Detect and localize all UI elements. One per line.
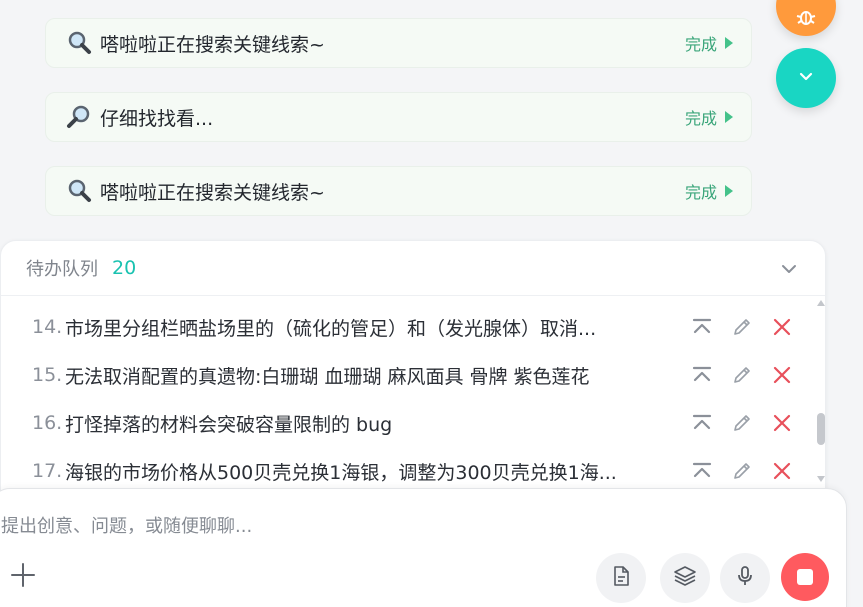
status-card[interactable]: 嗒啦啦正在搜索关键线索~ 完成	[45, 18, 752, 68]
queue-item[interactable]: 15. 无法取消配置的真遗物:白珊瑚 血珊瑚 麻风面具 骨牌 紫色莲花	[32, 351, 802, 399]
plus-icon	[10, 562, 36, 592]
queue-item-actions	[688, 399, 808, 447]
queue-item-number: 15.	[32, 364, 63, 386]
delete-x-icon[interactable]	[768, 361, 796, 389]
queue-item-actions	[688, 303, 808, 351]
queue-item-text: 海银的市场价格从500贝壳兑换1海银，调整为300贝壳兑换1海...	[65, 461, 617, 484]
queue-item-number: 16.	[32, 412, 63, 434]
queue-title: 待办队列	[26, 259, 98, 280]
magnifier-left-icon	[66, 178, 92, 204]
chat-view: 嗒啦啦正在搜索关键线索~ 完成 仔细找找看... 完成 嗒啦啦正在搜索关键线索~…	[0, 0, 863, 607]
queue-header[interactable]: 待办队列 20	[1, 241, 825, 296]
queue-item-text: 打怪掉落的材料会突破容量限制的 bug	[65, 413, 393, 436]
queue-item-actions	[688, 351, 808, 399]
edit-pencil-icon[interactable]	[728, 361, 756, 389]
message-composer	[0, 488, 847, 607]
microphone-icon	[735, 565, 755, 591]
queue-item-text: 无法取消配置的真遗物:白珊瑚 血珊瑚 麻风面具 骨牌 紫色莲花	[65, 365, 590, 388]
move-to-top-icon[interactable]	[688, 361, 716, 389]
edit-pencil-icon[interactable]	[728, 313, 756, 341]
expand-play-icon[interactable]	[725, 37, 733, 49]
magnifier-right-icon	[66, 104, 92, 130]
scroll-down-button[interactable]	[776, 48, 836, 108]
queue-item[interactable]: 14. 市场里分组栏晒盐场里的（硫化的管足）和（发光腺体）取消...	[32, 303, 802, 351]
status-text: 仔细找找看...	[100, 107, 214, 130]
status-done-label: 完成	[684, 109, 717, 128]
todo-queue-panel: 待办队列 20 14. 市场里分组栏晒盐场里的（硫化的管足）和（发光腺体）取消.…	[0, 240, 826, 510]
queue-item-number: 17.	[32, 460, 63, 482]
chevron-down-icon[interactable]	[779, 259, 799, 279]
bug-icon	[795, 6, 817, 32]
queue-item-text: 市场里分组栏晒盐场里的（硫化的管足）和（发光腺体）取消...	[65, 317, 597, 340]
delete-x-icon[interactable]	[768, 409, 796, 437]
document-icon	[610, 565, 632, 591]
move-to-top-icon[interactable]	[688, 313, 716, 341]
status-card[interactable]: 嗒啦啦正在搜索关键线索~ 完成	[45, 166, 752, 216]
layers-icon	[673, 565, 697, 591]
expand-play-icon[interactable]	[725, 111, 733, 123]
expand-play-icon[interactable]	[725, 185, 733, 197]
status-card[interactable]: 仔细找找看... 完成	[45, 92, 752, 142]
voice-input-button[interactable]	[720, 553, 770, 603]
queue-count: 20	[112, 257, 137, 279]
chevron-down-icon	[798, 68, 814, 88]
magnifier-left-icon	[66, 30, 92, 56]
queue-list: 14. 市场里分组栏晒盐场里的（硫化的管足）和（发光腺体）取消... 15. 无…	[1, 297, 827, 511]
status-done-label: 完成	[684, 183, 717, 202]
scrollbar-down-arrow[interactable]	[817, 476, 825, 482]
status-text: 嗒啦啦正在搜索关键线索~	[100, 181, 325, 204]
message-input[interactable]	[1, 511, 601, 541]
add-attachment-button[interactable]	[6, 560, 40, 594]
status-done-label: 完成	[684, 35, 717, 54]
queue-item-number: 14.	[32, 316, 63, 338]
bug-report-button[interactable]	[776, 0, 836, 36]
status-text: 嗒啦啦正在搜索关键线索~	[100, 33, 325, 56]
delete-x-icon[interactable]	[768, 313, 796, 341]
delete-x-icon[interactable]	[768, 457, 796, 485]
layers-button[interactable]	[660, 553, 710, 603]
queue-item[interactable]: 16. 打怪掉落的材料会突破容量限制的 bug	[32, 399, 802, 447]
queue-scrollbar-thumb[interactable]	[817, 413, 825, 445]
edit-pencil-icon[interactable]	[728, 457, 756, 485]
stop-icon	[797, 569, 813, 585]
edit-pencil-icon[interactable]	[728, 409, 756, 437]
stop-generation-button[interactable]	[781, 553, 829, 601]
scrollbar-up-arrow[interactable]	[817, 300, 825, 306]
document-button[interactable]	[596, 553, 646, 603]
move-to-top-icon[interactable]	[688, 409, 716, 437]
move-to-top-icon[interactable]	[688, 457, 716, 485]
